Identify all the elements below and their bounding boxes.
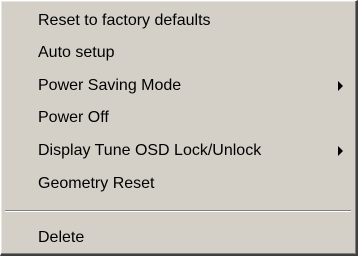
menu-item-delete[interactable]: Delete bbox=[1, 222, 355, 254]
menu-item-power-off[interactable]: Power Off bbox=[1, 102, 355, 134]
menu-item-reset-to-factory-defaults[interactable]: Reset to factory defaults bbox=[1, 5, 355, 37]
menu-item-label: Power Off bbox=[38, 109, 109, 126]
menu-item-label: Display Tune OSD Lock/Unlock bbox=[38, 142, 262, 159]
menu-item-display-tune-osd-lock-unlock[interactable]: Display Tune OSD Lock/Unlock bbox=[1, 135, 355, 167]
submenu-arrow-icon bbox=[338, 146, 343, 156]
menu-item-geometry-reset[interactable]: Geometry Reset bbox=[1, 168, 355, 200]
menu-item-auto-setup[interactable]: Auto setup bbox=[1, 37, 355, 69]
menu-item-label: Reset to factory defaults bbox=[38, 12, 211, 29]
submenu-arrow-icon bbox=[338, 81, 343, 91]
menu-item-label: Delete bbox=[38, 229, 85, 246]
menu-item-label: Auto setup bbox=[38, 44, 115, 61]
context-menu: Reset to factory defaults Auto setup Pow… bbox=[0, 0, 358, 256]
menu-separator bbox=[5, 210, 351, 212]
menu-item-label: Power Saving Mode bbox=[38, 77, 182, 94]
menu-item-power-saving-mode[interactable]: Power Saving Mode bbox=[1, 70, 355, 102]
menu-item-label: Geometry Reset bbox=[38, 175, 155, 192]
